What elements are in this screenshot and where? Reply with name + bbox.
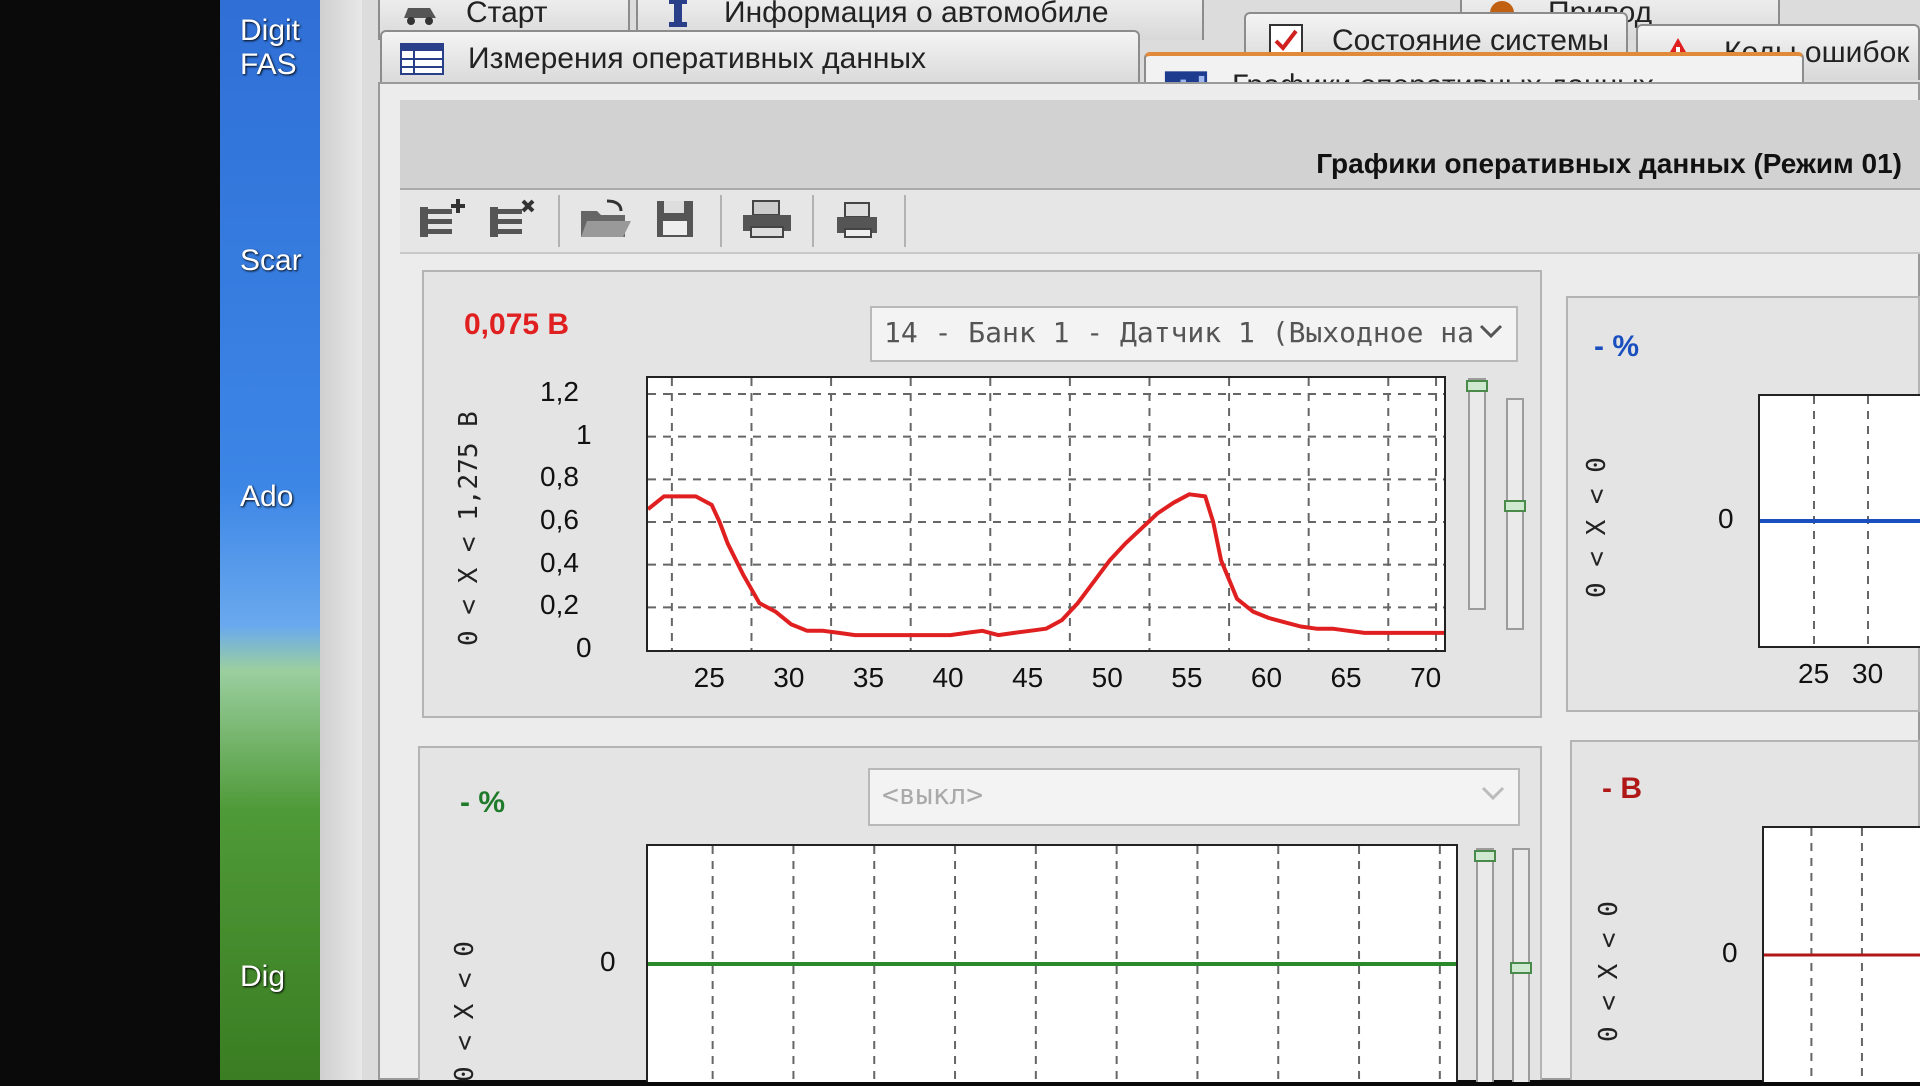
- y-range-label: 0 < X < 1,275 В: [454, 411, 484, 646]
- current-value-readout: - %: [1594, 330, 1639, 363]
- sensor-select-value: 14 - Банк 1 - Датчик 1 (Выходное на: [884, 316, 1475, 349]
- desktop-icon-label[interactable]: Digit: [240, 14, 300, 48]
- y-tick-label: 0: [1718, 503, 1734, 534]
- x-tick-label: 50: [1091, 662, 1123, 693]
- y-tick-label: 1: [576, 418, 592, 450]
- y-tick-label: 0,2: [540, 589, 579, 621]
- range-min-slider[interactable]: [1510, 848, 1532, 1082]
- line-chart: [646, 378, 1444, 650]
- add-graph-button[interactable]: [408, 193, 478, 249]
- x-tick-label: 60: [1250, 662, 1283, 693]
- save-button[interactable]: [640, 193, 710, 249]
- open-icon: [577, 197, 633, 245]
- desktop-icon-label[interactable]: FAS: [240, 48, 297, 82]
- save-icon: [653, 197, 697, 245]
- graph-panel: 0,075 В 14 - Банк 1 - Датчик 1 (Выходное…: [422, 270, 1542, 718]
- print-preview-icon: [831, 197, 887, 245]
- table-icon: [400, 42, 444, 76]
- x-tick-label: 25: [1798, 658, 1830, 689]
- line-chart: [1764, 828, 1920, 1082]
- x-tick-label: 65: [1330, 662, 1362, 693]
- car-icon: [398, 0, 442, 30]
- current-value-readout: - В: [1602, 772, 1642, 805]
- y-tick-label: 1,2: [540, 376, 579, 407]
- slider-thumb[interactable]: [1510, 962, 1532, 974]
- range-max-slider[interactable]: [1474, 848, 1496, 1082]
- remove-graph-icon: [486, 197, 540, 245]
- graph-panel: - % 0 < X < 0 0 25 30: [1566, 296, 1920, 712]
- y-tick-label: 0: [1722, 937, 1738, 968]
- plot-area: [1758, 394, 1920, 648]
- range-min-slider[interactable]: [1504, 398, 1526, 630]
- desktop-icon-label[interactable]: Scar: [240, 244, 302, 278]
- desktop-background: Digit FAS Scar Ado Dig: [220, 0, 320, 1080]
- x-tick-label: 30: [773, 662, 805, 693]
- desktop-icon-label[interactable]: Dig: [240, 960, 285, 994]
- y-tick-label: 0,6: [540, 504, 579, 535]
- y-range-label: 0 < X < 0: [1594, 901, 1624, 1042]
- y-range-label: 0 < X < 0: [450, 941, 480, 1082]
- print-button[interactable]: [732, 193, 802, 249]
- chevron-down-icon: [1472, 312, 1510, 350]
- toolbar-separator: [904, 195, 906, 247]
- slider-thumb[interactable]: [1504, 500, 1526, 512]
- x-tick-label: 25: [693, 662, 725, 693]
- line-chart: [648, 846, 1456, 1082]
- desktop-icon-label[interactable]: Ado: [240, 480, 293, 514]
- sensor-select-value: <выкл>: [882, 778, 984, 811]
- tab-label: Информация о автомобиле: [724, 0, 1109, 29]
- page-title: Графики оперативных данных (Режим 01): [1316, 148, 1902, 179]
- sensor-select[interactable]: <выкл>: [868, 768, 1520, 826]
- slider-thumb[interactable]: [1474, 850, 1496, 862]
- remove-graph-button[interactable]: [478, 193, 548, 249]
- tab-label: Старт: [466, 0, 548, 29]
- y-range-label: 0 < X < 0: [1582, 457, 1612, 598]
- toolbar: [400, 190, 1920, 254]
- x-tick-label: 35: [852, 662, 885, 693]
- plot-area: [646, 844, 1458, 1082]
- y-tick-label: 0,8: [540, 461, 579, 493]
- graph-panel: - % <выкл> 0 < X < 0 0: [418, 746, 1542, 1082]
- toolbar-separator: [720, 195, 722, 247]
- open-button[interactable]: [570, 193, 640, 249]
- tab-live-measurements[interactable]: Измерения оперативных данных: [380, 30, 1140, 86]
- add-graph-icon: [416, 197, 470, 245]
- window-border: [320, 0, 362, 1080]
- current-value-readout: - %: [460, 786, 505, 819]
- print-preview-button[interactable]: [824, 193, 894, 249]
- slider-thumb[interactable]: [1466, 380, 1488, 392]
- info-icon: [656, 0, 700, 30]
- range-max-slider[interactable]: [1466, 378, 1488, 610]
- y-tick-label: 0: [600, 946, 616, 977]
- y-tick-label: 0,4: [540, 546, 579, 578]
- x-tick-label: 45: [1012, 662, 1044, 693]
- toolbar-separator: [812, 195, 814, 247]
- x-tick-label: 70: [1410, 662, 1442, 693]
- y-tick-label: 0: [576, 632, 592, 663]
- toolbar-separator: [558, 195, 560, 247]
- chevron-down-icon: [1474, 774, 1512, 812]
- x-tick-label: 55: [1171, 662, 1203, 693]
- graph-panel: - В 0 < X < 0 0: [1570, 740, 1920, 1082]
- plot-area: [646, 376, 1446, 652]
- plot-area: [1762, 826, 1920, 1082]
- x-tick-label: 40: [932, 662, 964, 693]
- print-icon: [739, 197, 795, 245]
- tab-label: Измерения оперативных данных: [468, 42, 927, 75]
- current-value-readout: 0,075 В: [464, 308, 570, 341]
- sensor-select[interactable]: 14 - Банк 1 - Датчик 1 (Выходное на: [870, 306, 1518, 362]
- x-tick-label: 30: [1852, 658, 1884, 689]
- line-chart: [1760, 396, 1920, 646]
- page-header: Графики оперативных данных (Режим 01): [400, 100, 1920, 190]
